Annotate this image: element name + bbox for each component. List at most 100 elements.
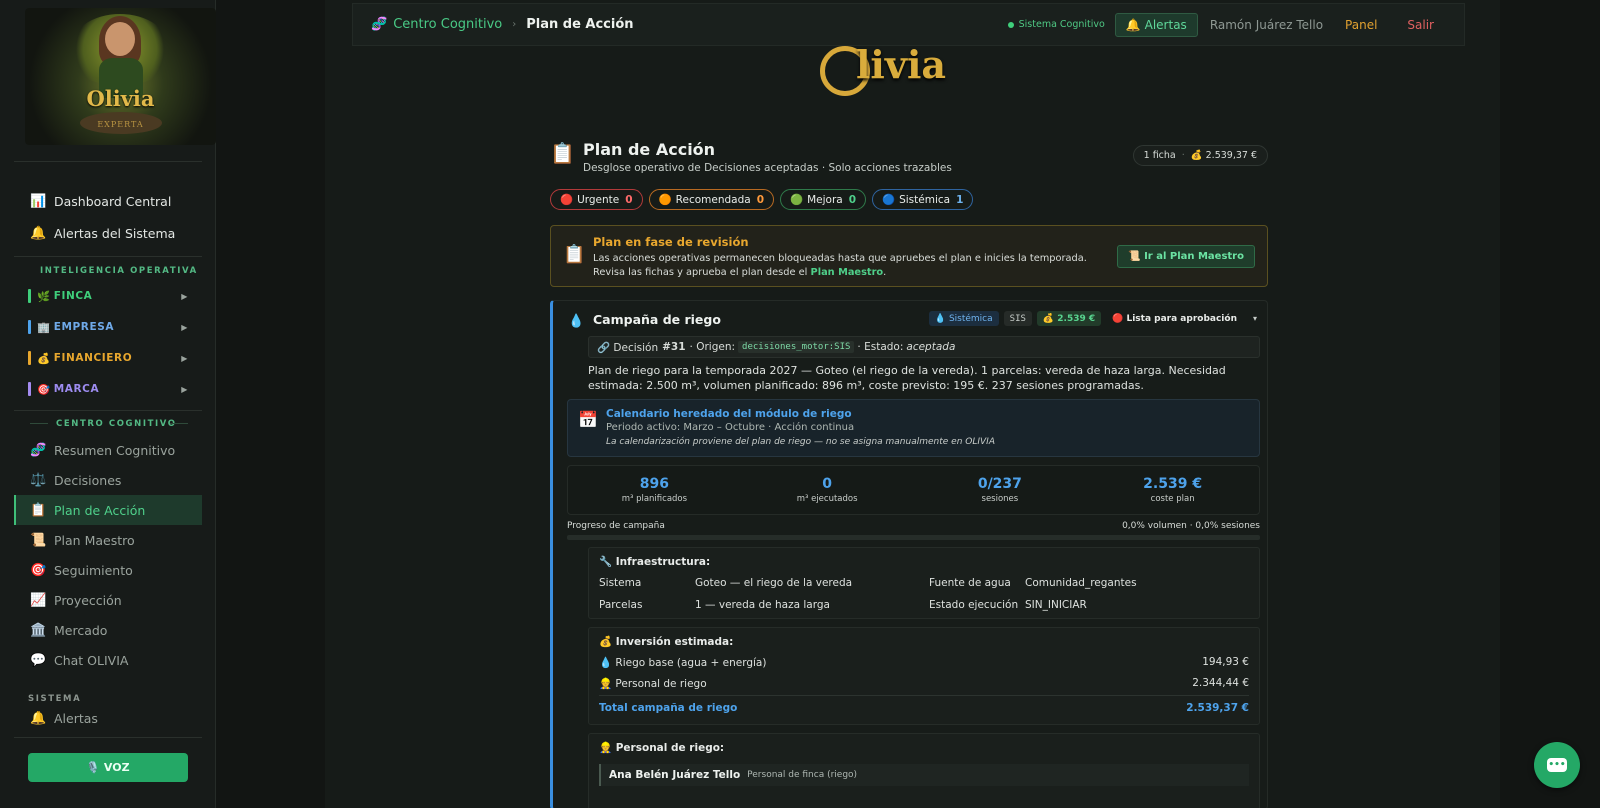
sidebar-group-finca[interactable]: 🌿 FINCA ▶	[28, 287, 188, 305]
sidebar-item-label: Proyección	[54, 592, 122, 608]
investment-total-label: Total campaña de riego	[599, 702, 738, 714]
avatar-face	[105, 22, 135, 56]
sidebar-item-plan-maestro[interactable]: 📜 Plan Maestro	[14, 525, 202, 555]
system-status-label: Sistema Cognitivo	[1018, 19, 1105, 30]
sidebar-item-proyeccion[interactable]: 📈 Proyección	[14, 585, 202, 615]
sidebar-item-alertas[interactable]: 🔔 Alertas del Sistema	[14, 218, 202, 248]
investment-label: 👷 Personal de riego	[599, 678, 707, 690]
sidebar-item-resumen-cognitivo[interactable]: 🧬 Resumen Cognitivo	[14, 435, 202, 465]
sidebar-item-dashboard[interactable]: 📊 Dashboard Central	[14, 186, 202, 216]
system-status: Sistema Cognitivo	[1007, 19, 1105, 30]
sidebar-group-empresa[interactable]: 🏢 EMPRESA ▶	[28, 318, 188, 336]
filter-recomendada[interactable]: 🟠 Recomendada 0	[648, 189, 774, 210]
investment-total-amount: 2.539,37 €	[1186, 702, 1249, 714]
filter-count: 1	[956, 193, 964, 206]
filter-count: 0	[848, 193, 857, 206]
leaf-icon: 🌿	[37, 290, 51, 303]
sidebar-divider	[14, 737, 202, 738]
review-end: .	[883, 267, 887, 278]
stat-label: coste plan	[1150, 494, 1195, 504]
user-name[interactable]: Ramón Juárez Tello	[1210, 18, 1323, 32]
stat-sesiones: 0/237 sesiones	[914, 466, 1087, 514]
voice-button[interactable]: 🎙️ VOZ	[28, 753, 188, 782]
code-badge: SIS	[1003, 311, 1032, 326]
money-bag-icon: 💰	[37, 352, 51, 365]
sidebar-item-chat-olivia[interactable]: 💬 Chat OLIVIA	[14, 645, 202, 675]
breadcrumb-root-link[interactable]: Centro Cognitivo	[393, 17, 502, 32]
investment-amount: 194,93 €	[1202, 656, 1249, 668]
investment-row-riego: 💧 Riego base (agua + energía) 194,93 €	[599, 656, 1249, 669]
campaign-stats: 896 m³ planificados 0 m³ ejecutados 0/23…	[567, 465, 1260, 515]
panel-link[interactable]: Panel	[1345, 18, 1377, 32]
page-title: Plan de Acción	[583, 140, 716, 159]
progress-label: Progreso de campaña	[567, 521, 665, 531]
go-plan-maestro-button[interactable]: 📜 Ir al Plan Maestro	[1117, 245, 1255, 268]
plan-maestro-link[interactable]: Plan Maestro	[811, 267, 884, 278]
dna-icon: 🧬	[30, 442, 47, 458]
filter-mejora[interactable]: 🟢 Mejora 0	[780, 189, 867, 210]
sidebar-item-plan-de-accion[interactable]: 📋 Plan de Acción	[14, 495, 202, 525]
sidebar-item-label: Plan Maestro	[54, 532, 135, 548]
sidebar-divider	[14, 256, 202, 257]
investment-label: 💧 Riego base (agua + energía)	[599, 657, 767, 669]
section-label-cognitivo: CENTRO COGNITIVO	[56, 419, 177, 429]
clipboard-icon: 📋	[30, 502, 47, 518]
sidebar-item-label: Resumen Cognitivo	[54, 442, 176, 458]
chart-icon: 📊	[30, 193, 47, 209]
group-color-bar	[28, 351, 31, 365]
chat-fab-button[interactable]: •••	[1534, 742, 1580, 788]
sidebar-item-label: Dashboard Central	[54, 193, 172, 209]
stat-ejecutados: 0 m³ ejecutados	[741, 466, 914, 514]
fichas-count: 1 ficha	[1143, 150, 1176, 161]
origin-code: decisiones_motor:SIS	[738, 341, 855, 353]
group-color-bar	[28, 289, 31, 303]
sidebar-group-marca[interactable]: 🎯 MARCA ▶	[28, 380, 188, 398]
topbar-actions: Sistema Cognitivo 🔔 Alertas Ramón Juárez…	[1007, 12, 1446, 37]
filter-label: Urgente	[577, 193, 620, 206]
alerts-button[interactable]: 🔔 Alertas	[1114, 12, 1198, 37]
infrastructure-title: 🔧 Infraestructura:	[599, 556, 711, 568]
trend-chart-icon: 📈	[30, 592, 47, 608]
infra-key-fuente: Fuente de agua	[929, 577, 1011, 589]
decision-id[interactable]: #31	[662, 341, 685, 353]
stat-value: 0/237	[977, 476, 1022, 492]
group-label: FINANCIERO	[53, 352, 133, 364]
sidebar: Olivia EXPERTA 📊 Dashboard Central 🔔 Ale…	[0, 0, 216, 808]
sidebar-item-alertas-sistema[interactable]: 🔔 Alertas	[14, 711, 202, 725]
sidebar-group-financiero[interactable]: 💰 FINANCIERO ▶	[28, 349, 188, 367]
infra-value-sistema: Goteo — el riego de la vereda	[695, 577, 853, 589]
sidebar-item-mercado[interactable]: 🏛️ Mercado	[14, 615, 202, 645]
olivia-sidebar-logo[interactable]: Olivia EXPERTA	[25, 8, 216, 145]
filter-label: Mejora	[807, 193, 843, 206]
summary-pill: 1 ficha · 💰 2.539,37 €	[1132, 145, 1268, 166]
progress-labels: Progreso de campaña 0,0% volumen · 0,0% …	[567, 521, 1260, 531]
progress-text: 0,0% volumen · 0,0% sesiones	[1122, 521, 1260, 531]
chat-bubble-icon: •••	[1547, 758, 1567, 772]
collapse-caret-icon[interactable]: ▾	[1253, 314, 1257, 323]
scroll-icon: 📜	[30, 532, 47, 548]
logout-link[interactable]: Salir	[1407, 18, 1434, 32]
sidebar-item-label: Alertas	[54, 711, 98, 725]
expand-arrow-icon: ▶	[181, 384, 188, 394]
campaign-description: Plan de riego para la temporada 2027 — G…	[588, 364, 1226, 392]
logo-brand-subtitle: EXPERTA	[97, 120, 144, 129]
breadcrumb-separator: ›	[512, 19, 517, 30]
investment-row-personal: 👷 Personal de riego 2.344,44 €	[599, 677, 1249, 690]
sidebar-item-decisiones[interactable]: ⚖️ Decisiones	[14, 465, 202, 495]
filter-sistemica[interactable]: 🔵 Sistémica 1	[872, 189, 974, 210]
sidebar-divider	[14, 410, 202, 411]
red-circle-icon: 🔴	[560, 194, 574, 206]
group-label: EMPRESA	[53, 321, 115, 333]
investment-box: 💰 Inversión estimada: 💧 Riego base (agua…	[588, 627, 1260, 725]
filter-urgente[interactable]: 🔴 Urgente 0	[550, 189, 643, 210]
infra-key-sistema: Sistema	[599, 577, 642, 589]
pill-separator: ·	[1181, 150, 1185, 161]
sidebar-item-label: Seguimiento	[54, 562, 133, 578]
olivia-header-logo: livia	[812, 38, 1002, 98]
sidebar-item-seguimiento[interactable]: 🎯 Seguimiento	[14, 555, 202, 585]
personnel-row: Ana Belén Juárez Tello Personal de finca…	[599, 764, 1249, 786]
link-icon-label: 🔗 Decisión	[597, 341, 659, 354]
section-label-sistema: SISTEMA	[28, 694, 82, 704]
stat-planificados: 896 m³ planificados	[568, 466, 741, 514]
personnel-box: 👷 Personal de riego: Ana Belén Juárez Te…	[588, 733, 1260, 808]
